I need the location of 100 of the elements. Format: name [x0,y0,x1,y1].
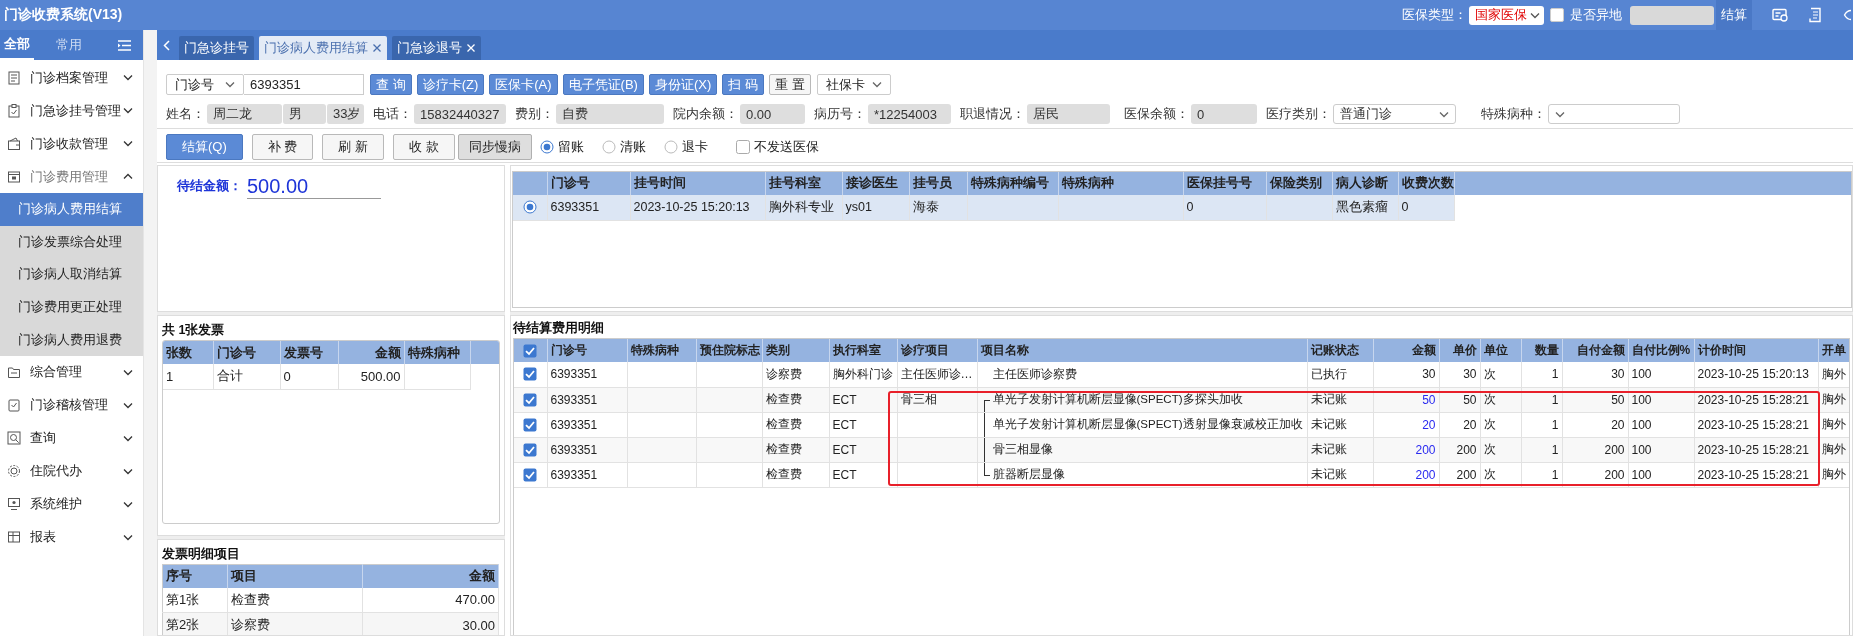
radio-label: 退卡 [681,137,708,156]
table-cell: ys01 [842,195,909,220]
column-header: 数量 [1521,339,1562,362]
readonly-field: 33岁 [326,104,364,124]
table-cell: 胸外科门诊 [829,362,897,387]
tab[interactable]: 门急诊退号 [392,36,481,60]
close-icon[interactable] [372,43,382,53]
column-header: 特殊病种 [627,339,696,362]
document-icon [7,70,21,85]
sidebar-item[interactable]: 住院代办 [0,454,143,488]
radio-button[interactable] [539,139,554,154]
sidebar-item-label: 门诊费用管理 [30,167,109,186]
sidebar-item[interactable]: 门急诊挂号管理 [0,94,143,127]
column-header: 金额 [338,341,404,364]
table-cell: 诊察费 [227,612,363,635]
readonly-field: 0 [1191,104,1257,124]
column-header [513,172,547,195]
card-icon[interactable] [1772,8,1788,22]
radio-button[interactable] [663,139,678,154]
table-cell: 100 [1628,362,1694,387]
dropdown[interactable]: 普通门诊 [1333,104,1456,124]
table-cell: 6393351 [547,462,627,487]
dropdown[interactable]: 门诊号 [166,74,244,95]
submenu-item[interactable]: 门诊发票综合处理 [0,225,143,259]
monitor-icon [7,497,21,512]
menu-icon[interactable] [118,39,131,51]
column-header: 门诊号 [213,341,280,364]
readonly-field: 15832440327 [414,104,506,124]
column-header: 发票号 [280,341,338,364]
gear-icon [7,464,21,479]
tab[interactable]: 门诊病人费用结算 [259,36,387,60]
readonly-field: 周二龙 [207,104,282,124]
dropdown[interactable]: 社保卡 [816,74,891,95]
checkbox[interactable] [523,343,538,358]
sidebar-item-label: 报表 [30,528,57,547]
sidebar-item[interactable]: 报表 [0,520,143,554]
column-header: 类别 [762,339,829,362]
button[interactable]: 收 款 [393,133,455,160]
wallet-icon [7,136,21,151]
checkbox[interactable] [523,367,538,382]
button[interactable]: 补 费 [251,133,314,160]
sidebar-item[interactable]: 门诊费用管理 [0,160,143,193]
table-cell: 第2张 [162,612,228,635]
column-header: 接诊医生 [842,172,909,195]
sidebar-item[interactable]: 门诊收款管理 [0,127,143,160]
document-icon[interactable] [1808,7,1822,23]
radio-label: 留账 [557,137,584,156]
column-header: 项目名称 [977,339,1307,362]
submenu-item[interactable]: 门诊病人费用结算 [0,193,143,226]
input-field[interactable] [1630,5,1714,25]
column-header: 记账状态 [1307,339,1373,362]
column-header: 单位 [1480,339,1521,362]
radio-button[interactable] [601,139,616,154]
chevron-down-icon [123,467,133,475]
button[interactable]: 重 置 [768,74,811,95]
section-title: 发票明细项目 [162,545,241,563]
sidebar-item-label: 门急诊挂号管理 [30,101,122,120]
sidebar-item[interactable]: 系统维护 [0,487,143,521]
field-label: 特殊病种： [1481,105,1546,123]
table-cell: 合计 [213,364,280,389]
checkbox[interactable] [523,417,538,432]
table-cell: 第1张 [162,587,228,613]
table-cell: 检查费 [762,412,829,437]
submenu-item[interactable]: 门诊费用更正处理 [0,290,143,324]
radio-button[interactable] [522,200,537,215]
column-header: 门诊号 [547,172,630,195]
dropdown[interactable]: 国家医保 [1469,5,1544,25]
table-cell: 0 [1183,195,1266,220]
submenu-item[interactable]: 门诊病人取消结算 [0,258,143,291]
table-cell: 0 [1398,195,1454,220]
input-field[interactable]: 6393351 [244,74,364,95]
checkbox[interactable] [1550,8,1564,22]
sidebar-item[interactable]: 查询 [0,421,143,455]
button[interactable]: 刷 新 [322,133,385,160]
checkbox[interactable] [523,467,538,482]
checkbox[interactable] [523,392,538,407]
checkbox[interactable] [735,139,750,154]
checkbox[interactable] [523,442,538,457]
tab[interactable]: 门急诊挂号 [179,36,254,60]
sidebar-item[interactable]: 综合管理 [0,355,143,389]
sidebar-tab[interactable]: 全部 [0,30,34,60]
column-header: 门诊号 [547,339,627,362]
settle-button[interactable]: 结算 [1716,0,1752,30]
button[interactable]: 同步慢病 [457,133,532,160]
table-cell: 2023-10-25 15:20:13 [1694,362,1818,387]
sidebar-item[interactable]: 门诊稽核管理 [0,388,143,422]
submenu-item[interactable]: 门诊病人费用退费 [0,323,143,356]
column-header: 自付金额 [1562,339,1628,362]
table-cell: 胸外 [1818,462,1849,487]
column-header: 自付比例% [1628,339,1694,362]
sidebar-item-label: 综合管理 [30,363,83,382]
chevron-left-icon[interactable] [163,39,170,51]
sidebar-item-label: 门诊档案管理 [30,68,109,87]
table-cell: 20 [1439,412,1480,437]
sidebar-item[interactable]: 门诊档案管理 [0,61,143,94]
table-cell: 200 [1439,462,1480,487]
field-label: 医保类型： [1402,6,1467,24]
table-cell: 6393351 [547,362,627,387]
chevron-down-icon [123,107,133,114]
column-header: 挂号员 [909,172,967,195]
